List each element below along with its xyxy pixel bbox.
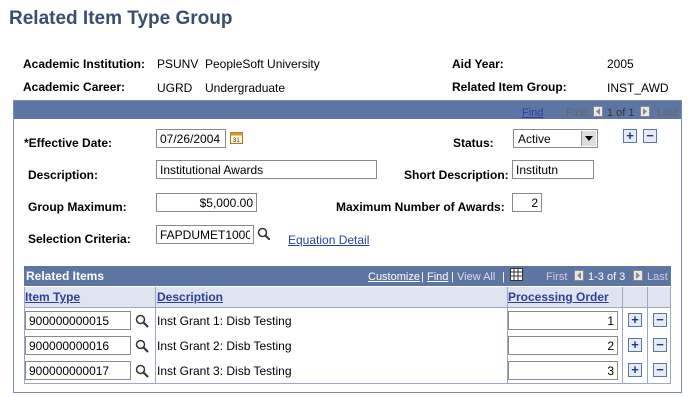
- institution-label: Academic Institution:: [23, 57, 146, 71]
- add-row-button[interactable]: +: [623, 129, 637, 143]
- grid-prev-icon[interactable]: [574, 270, 584, 284]
- panel-range: 1 of 1: [607, 107, 635, 119]
- grid-divider: [155, 287, 156, 383]
- related-items-grid-header: Related Items Customize | Find | View Al…: [24, 266, 671, 286]
- panel-last-label: Last: [657, 107, 678, 119]
- status-selected-value: Active: [518, 132, 551, 146]
- row-description: Inst Grant 1: Disb Testing: [157, 314, 292, 328]
- grid-column-headers: Item Type Description Processing Order: [24, 287, 671, 308]
- aid-year-value: 2005: [607, 57, 634, 71]
- effective-date-label: *Effective Date:: [24, 136, 113, 150]
- download-grid-icon[interactable]: [510, 268, 523, 284]
- status-label: Status:: [453, 136, 494, 150]
- item-type-field[interactable]: [25, 361, 131, 380]
- item-type-field[interactable]: [25, 336, 131, 355]
- institution-code: PSUNV: [157, 57, 199, 71]
- career-label: Academic Career:: [23, 80, 126, 94]
- row-description: Inst Grant 3: Disb Testing: [157, 364, 292, 378]
- table-row: Inst Grant 2: Disb Testing + −: [24, 333, 671, 359]
- grid-next-icon[interactable]: [633, 270, 643, 284]
- description-field[interactable]: [156, 160, 377, 179]
- col-processing-order[interactable]: Processing Order: [508, 290, 609, 304]
- grid-last-label: Last: [647, 271, 668, 283]
- short-description-field[interactable]: [512, 160, 594, 179]
- pipe-separator: |: [451, 271, 454, 283]
- pipe-separator: |: [421, 271, 424, 283]
- svg-text:31: 31: [233, 138, 240, 144]
- panel-next-icon[interactable]: [640, 106, 650, 120]
- calendar-icon[interactable]: 31: [230, 131, 243, 147]
- aid-year-label: Aid Year:: [452, 57, 504, 71]
- search-icon[interactable]: [135, 314, 149, 331]
- add-row-button[interactable]: +: [628, 313, 642, 327]
- page-title: Related Item Type Group: [9, 8, 233, 29]
- selection-criteria-label: Selection Criteria:: [28, 232, 131, 246]
- grid-divider: [622, 287, 623, 383]
- search-icon[interactable]: [135, 339, 149, 356]
- table-row: Inst Grant 3: Disb Testing + −: [24, 358, 671, 384]
- career-name: Undergraduate: [205, 81, 286, 95]
- panel-find-link[interactable]: Find: [522, 107, 543, 119]
- col-description[interactable]: Description: [157, 290, 223, 304]
- equation-detail-link[interactable]: Equation Detail: [288, 233, 369, 247]
- status-select[interactable]: Active: [513, 129, 598, 148]
- panel-first-label: First: [566, 107, 588, 119]
- institution-name: PeopleSoft University: [205, 57, 320, 71]
- search-icon[interactable]: [257, 227, 271, 243]
- panel-prev-icon[interactable]: [593, 106, 603, 120]
- grid-divider: [24, 287, 25, 383]
- selection-criteria-field[interactable]: [156, 225, 254, 244]
- processing-order-field[interactable]: [508, 336, 618, 355]
- grid-first-label: First: [546, 271, 568, 283]
- delete-row-button[interactable]: −: [643, 129, 657, 143]
- max-awards-label: Maximum Number of Awards:: [336, 200, 505, 214]
- max-awards-field[interactable]: [512, 193, 542, 212]
- delete-row-button[interactable]: −: [653, 313, 667, 327]
- grid-divider: [647, 287, 648, 383]
- search-icon[interactable]: [135, 364, 149, 381]
- group-maximum-label: Group Maximum:: [28, 200, 127, 214]
- col-item-type[interactable]: Item Type: [25, 290, 80, 304]
- grid-divider: [670, 287, 671, 383]
- grid-range: 1-3 of 3: [588, 271, 626, 283]
- processing-order-field[interactable]: [508, 361, 618, 380]
- table-row: Inst Grant 1: Disb Testing + −: [24, 308, 671, 334]
- grid-divider: [507, 287, 508, 383]
- processing-order-field[interactable]: [508, 311, 618, 330]
- group-maximum-field[interactable]: [156, 193, 257, 212]
- customize-link[interactable]: Customize: [368, 271, 420, 283]
- delete-row-button[interactable]: −: [653, 363, 667, 377]
- view-all-link[interactable]: View All: [457, 271, 495, 283]
- item-type-field[interactable]: [25, 311, 131, 330]
- pipe-separator: |: [502, 271, 505, 283]
- row-description: Inst Grant 2: Disb Testing: [157, 339, 292, 353]
- add-row-button[interactable]: +: [628, 363, 642, 377]
- add-row-button[interactable]: +: [628, 338, 642, 352]
- delete-row-button[interactable]: −: [653, 338, 667, 352]
- related-item-group-value: INST_AWD: [607, 81, 669, 95]
- grid-title: Related Items: [26, 269, 105, 283]
- grid-find-link[interactable]: Find: [427, 271, 448, 283]
- effective-date-field[interactable]: [156, 129, 226, 148]
- description-label: Description:: [28, 168, 99, 182]
- related-item-group-label: Related Item Group:: [452, 80, 567, 94]
- chevron-down-icon[interactable]: [581, 131, 596, 146]
- career-code: UGRD: [157, 81, 193, 95]
- short-description-label: Short Description:: [404, 168, 509, 182]
